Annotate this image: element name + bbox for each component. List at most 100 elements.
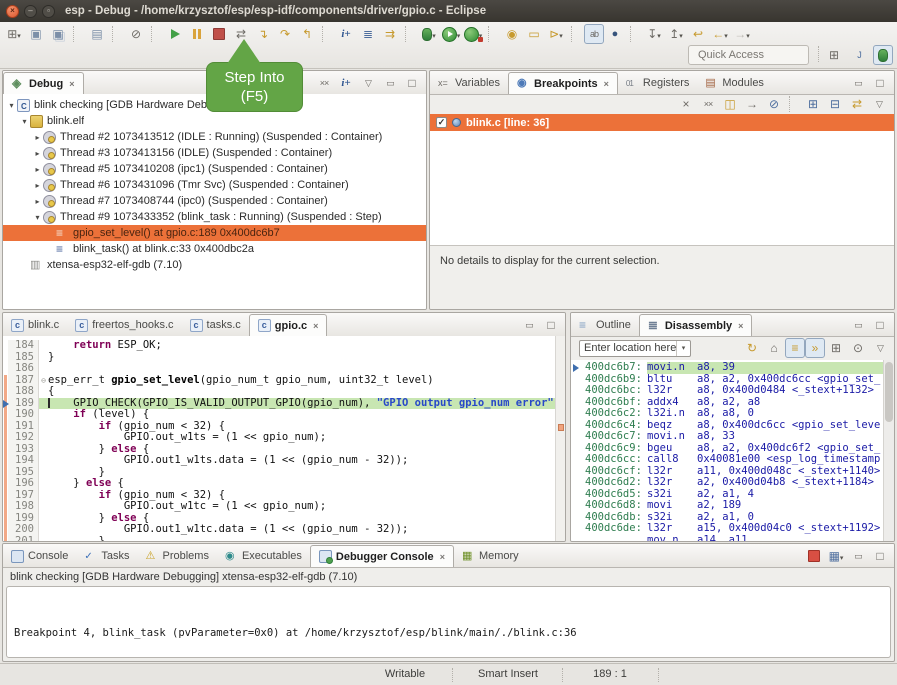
breakpoint-row[interactable]: ✓ blink.c [line: 36] [430, 114, 894, 131]
fold-margin[interactable] [39, 467, 48, 479]
debug-button[interactable] [418, 24, 440, 44]
toolbar-separator[interactable] [488, 26, 498, 42]
maximize-icon[interactable]: □ [869, 73, 891, 93]
dropdown-icon[interactable] [724, 25, 728, 43]
collapse-all-icon[interactable]: ⊟ [824, 94, 846, 114]
code-line[interactable]: 185 } [3, 352, 556, 364]
save-icon[interactable]: ▣ [25, 24, 47, 44]
console-tab[interactable]: Problems [137, 545, 216, 567]
minimize-icon[interactable]: ▭ [518, 315, 540, 335]
minimize-icon[interactable]: ▭ [847, 73, 869, 93]
chevron-down-icon[interactable]: ▾ [676, 341, 690, 356]
editor-tab[interactable]: tasks.c [182, 314, 249, 336]
window-close-button[interactable]: × [6, 5, 19, 18]
console-tab[interactable]: Debugger Console × [310, 545, 454, 567]
toolbar-separator[interactable] [405, 26, 415, 42]
view-menu-icon[interactable]: ▽ [869, 338, 891, 358]
fold-margin[interactable] [39, 432, 48, 444]
profile-button[interactable] [462, 24, 484, 44]
view-tab[interactable]: Outline [571, 314, 639, 336]
instruction-stepping-icon[interactable]: i+ [335, 73, 357, 93]
close-icon[interactable]: × [604, 79, 609, 89]
fold-margin[interactable] [39, 490, 48, 502]
code-line[interactable]: 187 esp_err_t gpio_set_level(gpio_num_t … [3, 375, 556, 387]
save-db-icon[interactable]: ▤ [86, 24, 108, 44]
fold-margin[interactable] [39, 524, 48, 536]
fold-margin[interactable] [39, 513, 48, 525]
console-tab[interactable]: Executables [217, 545, 310, 567]
disassembly-line[interactable]: mov.na14, a11 [571, 535, 884, 542]
disassembly-line[interactable]: 400dc6c7: movi.na8, 33 [571, 431, 884, 443]
tree-expander-icon[interactable]: ▸ [32, 149, 43, 158]
minimize-icon[interactable]: ▭ [847, 546, 869, 566]
maximize-icon[interactable]: □ [869, 315, 891, 335]
fold-margin[interactable] [39, 421, 48, 433]
disassembly-listing[interactable]: 400dc6b7: movi.na8, 39 400dc6b9: bltua8,… [571, 360, 884, 541]
debug-tree-row[interactable]: ▸ Thread #7 1073408744 (ipc0) (Suspended… [3, 193, 426, 209]
skip-all-breakpoints-icon[interactable]: ⊘ [763, 94, 785, 114]
console-tab[interactable]: Tasks [76, 545, 137, 567]
console-output[interactable]: Breakpoint 4, blink_task (pvParameter=0x… [6, 586, 891, 658]
run-button[interactable] [440, 24, 462, 44]
next-annotation-icon[interactable]: ↧ [643, 24, 665, 44]
editor-tab[interactable]: freertos_hooks.c [67, 314, 181, 336]
code-line[interactable]: 201 } [3, 536, 556, 542]
use-step-filters-icon[interactable]: ⇉ [379, 24, 401, 44]
code-line[interactable]: 188 { [3, 386, 556, 398]
tree-expander-icon[interactable]: ▾ [6, 101, 17, 110]
fold-margin[interactable] [39, 352, 48, 364]
code-line[interactable]: 184 return ESP_OK; [3, 340, 556, 352]
fold-margin[interactable] [39, 409, 48, 421]
remove-breakpoint-icon[interactable]: × [675, 94, 697, 114]
view-tab[interactable]: Disassembly × [639, 314, 753, 336]
code-line[interactable]: 194 GPIO.out1_w1ts.data = (1 << (gpio_nu… [3, 455, 556, 467]
tree-expander-icon[interactable]: ▸ [32, 165, 43, 174]
save-all-icon[interactable]: ▣ [47, 24, 69, 44]
editor-tab[interactable]: gpio.c × [249, 314, 328, 336]
fold-margin[interactable] [39, 536, 48, 542]
code-line[interactable]: 199 } else { [3, 513, 556, 525]
dropdown-icon[interactable] [457, 25, 461, 43]
show-breakpoints-for-icon[interactable]: ◫ [719, 94, 741, 114]
toolbar-separator[interactable] [73, 26, 83, 42]
display-console-icon[interactable]: ▦ [825, 546, 847, 566]
follow-pc-icon[interactable]: » [805, 338, 825, 358]
debug-tree-row[interactable]: blink_task() at blink.c:33 0x400dbc2a [3, 241, 426, 257]
close-icon[interactable]: × [313, 321, 318, 331]
step-over-icon[interactable]: ↷ [274, 24, 296, 44]
code-line[interactable]: 193 } else { [3, 444, 556, 456]
scrollbar[interactable] [883, 360, 894, 541]
fold-margin[interactable] [39, 478, 48, 490]
view-tab[interactable]: Breakpoints × [508, 72, 618, 94]
dropdown-icon[interactable] [679, 25, 683, 43]
previous-annotation-icon[interactable]: ↥ [665, 24, 687, 44]
tree-expander-icon[interactable]: ▸ [32, 181, 43, 190]
external-tools-icon[interactable]: ⊳ [545, 24, 567, 44]
code-line[interactable]: 200 GPIO.out1_w1tc.data = (1 << (gpio_nu… [3, 524, 556, 536]
remove-all-breakpoints-icon[interactable]: ×× [697, 94, 719, 114]
toolbar-separator[interactable] [151, 26, 161, 42]
view-menu-icon[interactable]: ▽ [357, 73, 379, 93]
overview-annotation[interactable] [558, 424, 564, 431]
debug-tree-row[interactable]: gpio_set_level() at gpio.c:189 0x400dc6b… [3, 225, 426, 241]
minimize-icon[interactable]: ▭ [847, 315, 869, 335]
disassembly-line[interactable]: 400dc6b7: movi.na8, 39 [571, 362, 884, 374]
debug-tree-row[interactable]: xtensa-esp32-elf-gdb (7.10) [3, 257, 426, 273]
dropdown-icon[interactable] [17, 25, 21, 43]
suspend-icon[interactable] [186, 24, 208, 44]
debug-tree-row[interactable]: ▸ Thread #3 1073413156 (IDLE) (Suspended… [3, 145, 426, 161]
code-line[interactable]: 191 if (gpio_num < 32) { [3, 421, 556, 433]
minimize-icon[interactable]: ▭ [379, 73, 401, 93]
open-type-icon[interactable]: ◉ [501, 24, 523, 44]
debug-perspective-button[interactable] [873, 45, 893, 65]
dropdown-icon[interactable] [657, 25, 661, 43]
quick-access-box[interactable]: Quick Access [688, 45, 809, 65]
overview-ruler[interactable] [555, 336, 565, 541]
show-source-icon[interactable]: ≡ [785, 338, 805, 358]
go-to-file-icon[interactable]: → [741, 94, 763, 114]
dropdown-icon[interactable] [559, 25, 563, 43]
tree-expander-icon[interactable]: ▾ [32, 213, 43, 222]
debug-context-icon[interactable]: ≣ [357, 24, 379, 44]
skip-all-breakpoints-icon[interactable]: ⊘ [125, 24, 147, 44]
dropdown-icon[interactable] [479, 25, 483, 43]
